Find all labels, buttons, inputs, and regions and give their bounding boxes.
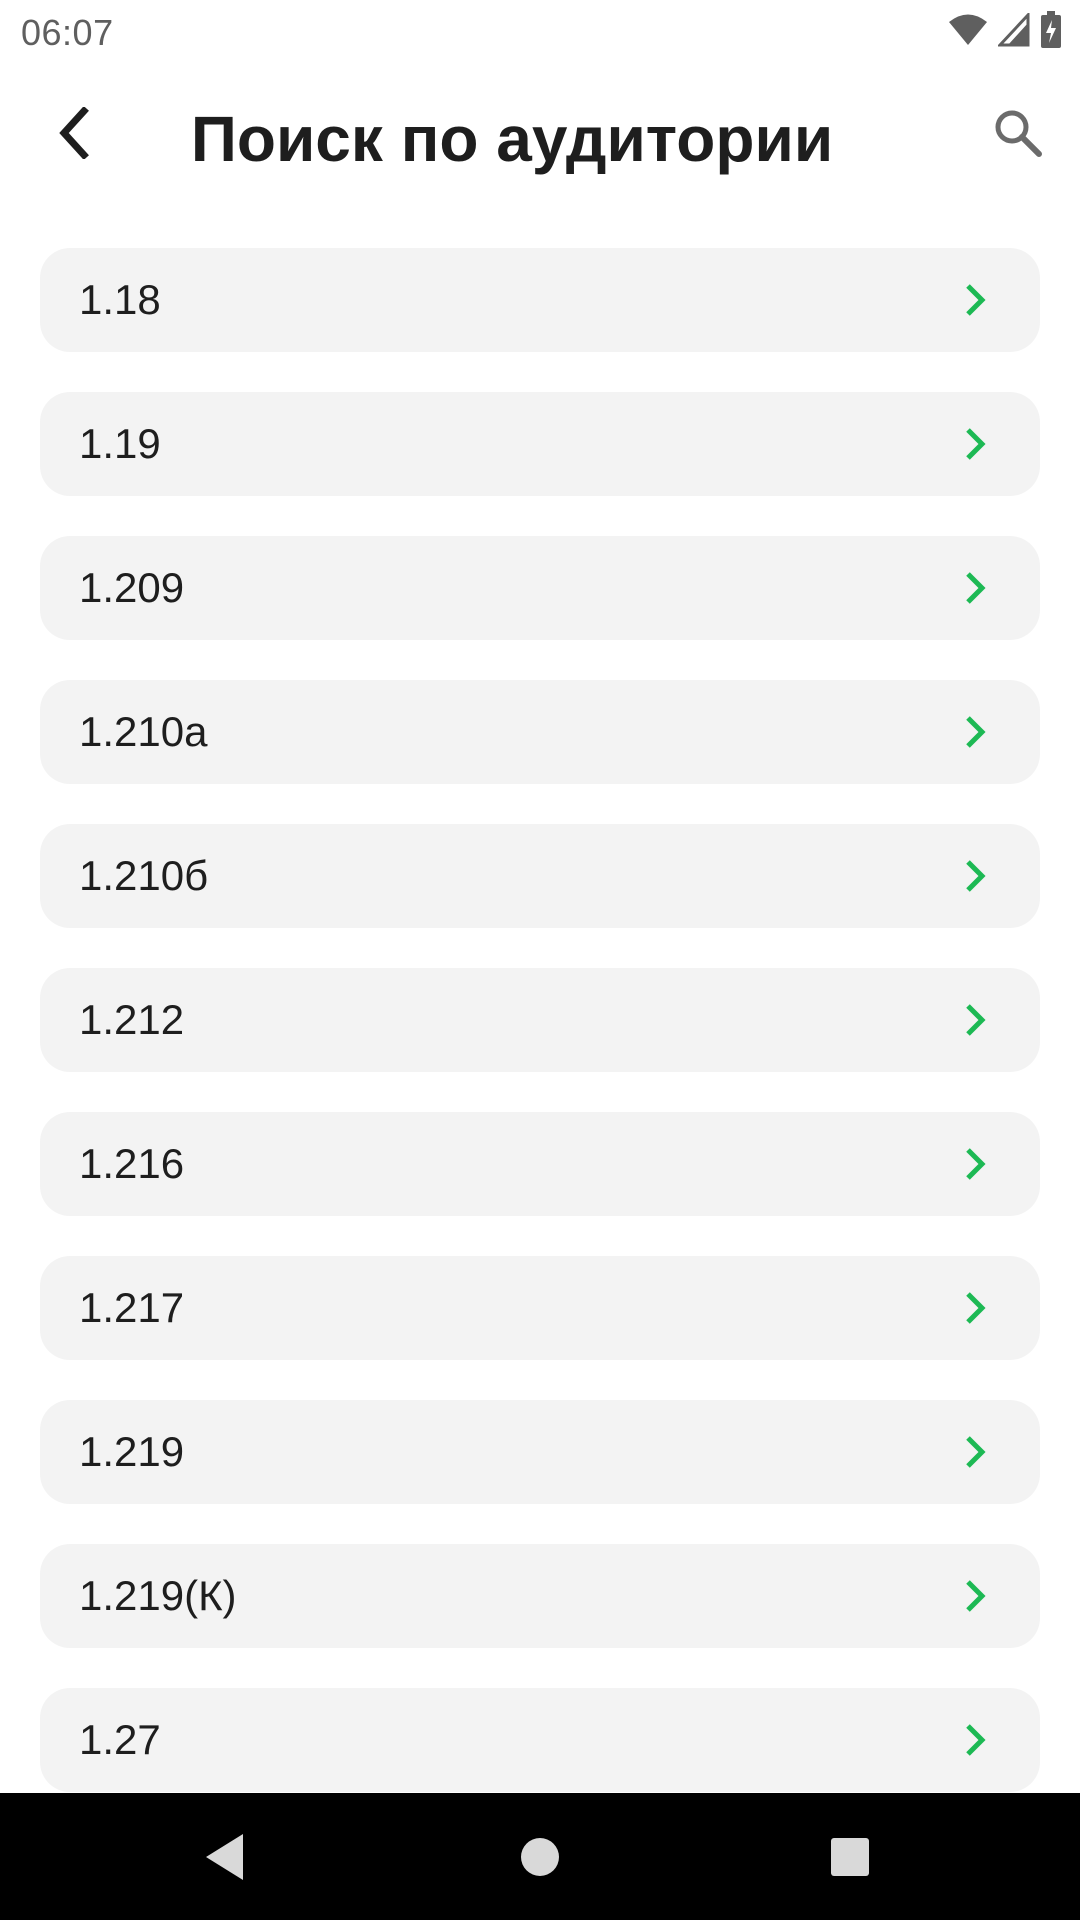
room-label: 1.219(К) [79, 1572, 237, 1619]
room-label: 1.219 [79, 1428, 185, 1475]
chevron-right-icon [966, 1724, 986, 1756]
chevron-right-icon [966, 1580, 986, 1612]
cell-signal-icon [996, 10, 1030, 52]
search-button[interactable] [986, 103, 1050, 167]
chevron-right-icon [966, 284, 986, 316]
room-label: 1.209 [79, 564, 185, 611]
list-item[interactable]: 1.219(К) [40, 1544, 1040, 1648]
nav-recents-button[interactable] [814, 1821, 886, 1893]
list-item[interactable]: 1.210а [40, 680, 1040, 784]
room-label: 1.210б [79, 852, 209, 899]
home-circle-icon [521, 1838, 559, 1876]
status-time: 06:07 [21, 12, 114, 53]
nav-home-button[interactable] [504, 1821, 576, 1893]
chevron-right-icon [966, 572, 986, 604]
battery-charging-icon [1040, 10, 1062, 54]
room-label: 1.19 [79, 420, 161, 467]
chevron-right-icon [966, 1004, 986, 1036]
list-item[interactable]: 1.212 [40, 968, 1040, 1072]
chevron-right-icon [966, 716, 986, 748]
back-triangle-icon [206, 1834, 243, 1880]
status-bar: 06:07 [0, 0, 1080, 63]
list-item[interactable]: 1.210б [40, 824, 1040, 928]
chevron-right-icon [966, 1436, 986, 1468]
room-list: 1.18 1.19 1.209 1.210а 1.210б 1.212 1.21… [0, 248, 1080, 1793]
chevron-right-icon [966, 860, 986, 892]
list-item[interactable]: 1.18 [40, 248, 1040, 352]
list-item[interactable]: 1.219 [40, 1400, 1040, 1504]
search-icon [993, 108, 1043, 163]
system-nav-bar [0, 1793, 1080, 1920]
recents-square-icon [831, 1838, 869, 1876]
chevron-right-icon [966, 1292, 986, 1324]
room-label: 1.27 [79, 1716, 161, 1763]
list-item[interactable]: 1.27 [40, 1688, 1040, 1792]
page-title: Поиск по аудитории [190, 103, 834, 175]
wifi-icon [948, 13, 988, 52]
chevron-right-icon [966, 428, 986, 460]
list-item[interactable]: 1.217 [40, 1256, 1040, 1360]
room-label: 1.210а [79, 708, 208, 755]
room-label: 1.216 [79, 1140, 185, 1187]
nav-back-button[interactable] [189, 1821, 261, 1893]
room-label: 1.18 [79, 276, 161, 323]
list-item[interactable]: 1.216 [40, 1112, 1040, 1216]
list-item[interactable]: 1.19 [40, 392, 1040, 496]
app-bar: Поиск по аудитории [0, 63, 1080, 217]
room-label: 1.217 [79, 1284, 185, 1331]
status-icons [948, 10, 1062, 54]
chevron-right-icon [966, 1148, 986, 1180]
list-item[interactable]: 1.209 [40, 536, 1040, 640]
room-label: 1.212 [79, 996, 185, 1043]
